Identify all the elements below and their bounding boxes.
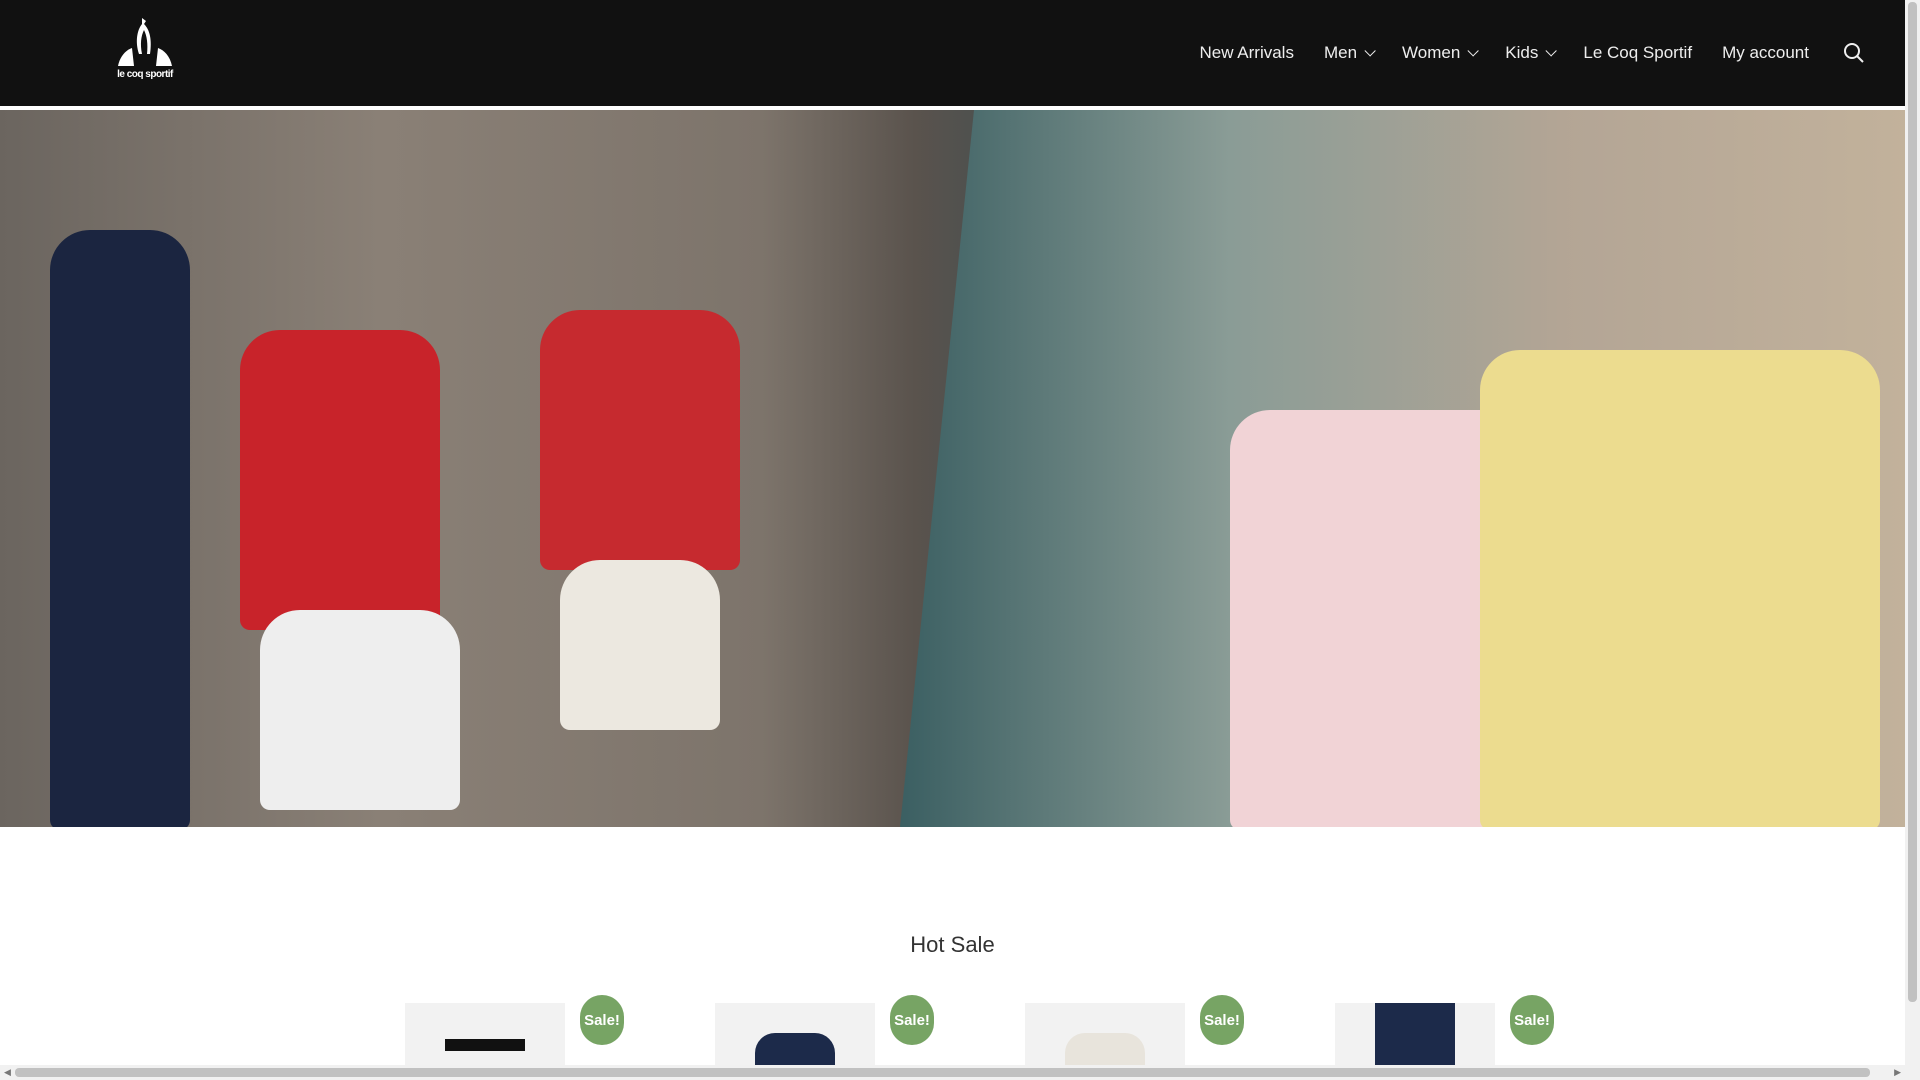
logo[interactable]: le coq sportif — [112, 16, 178, 80]
search-icon — [1844, 43, 1864, 63]
nav-label: My account — [1722, 43, 1809, 62]
sale-badge: Sale! — [1200, 995, 1244, 1045]
nav-men[interactable]: Men — [1323, 43, 1376, 63]
sale-badge: Sale! — [580, 995, 624, 1045]
scroll-left-icon[interactable]: ◀ — [4, 1067, 11, 1078]
nav-new-arrivals[interactable]: New Arrivals — [1199, 43, 1293, 63]
chevron-down-icon — [1545, 45, 1558, 57]
vertical-scrollbar[interactable] — [1905, 0, 1920, 1065]
product-card[interactable] — [1335, 1003, 1495, 1065]
model-red-polo — [540, 310, 740, 570]
product-card[interactable] — [1025, 1003, 1185, 1065]
main-nav: New Arrivals Men Women Kids Le Coq Sport… — [1169, 0, 1865, 106]
hero-banner[interactable] — [0, 110, 1905, 827]
sale-badge: Sale! — [1510, 995, 1554, 1045]
nav-label: Men — [1323, 43, 1358, 62]
hot-sale-title: Hot Sale — [910, 932, 995, 957]
model-white-shorts — [560, 560, 720, 730]
logo-text: le coq sportif — [117, 69, 173, 80]
scrollbar-thumb[interactable] — [15, 1068, 1870, 1077]
nav-label: Women — [1402, 43, 1461, 62]
chevron-down-icon — [1364, 45, 1376, 57]
search-button[interactable] — [1843, 42, 1865, 64]
nav-my-account[interactable]: My account — [1722, 43, 1809, 63]
product-card[interactable] — [715, 1003, 875, 1065]
sale-badge: Sale! — [890, 995, 934, 1045]
nav-kids[interactable]: Kids — [1505, 43, 1558, 63]
model-white-skirt — [260, 610, 460, 810]
nav-women[interactable]: Women — [1402, 43, 1480, 63]
nav-label: Kids — [1505, 43, 1539, 62]
model-red-tshirt — [240, 330, 440, 630]
scroll-right-icon[interactable]: ▶ — [1894, 1067, 1901, 1078]
horizontal-scrollbar[interactable]: ◀ ▶ — [0, 1065, 1920, 1080]
nav-label: New Arrivals — [1199, 43, 1294, 62]
rooster-logo-icon — [118, 18, 172, 66]
site-header: le coq sportif New Arrivals Men Women Ki… — [0, 0, 1905, 106]
scrollbar-thumb[interactable] — [1908, 2, 1917, 1002]
chevron-down-icon — [1467, 45, 1480, 57]
nav-label: Le Coq Sportif — [1583, 43, 1693, 62]
product-card[interactable] — [405, 1003, 565, 1065]
nav-le-coq-sportif[interactable]: Le Coq Sportif — [1583, 43, 1692, 63]
model-navy-tracksuit — [50, 230, 190, 827]
model-yellow-polo — [1480, 350, 1880, 827]
